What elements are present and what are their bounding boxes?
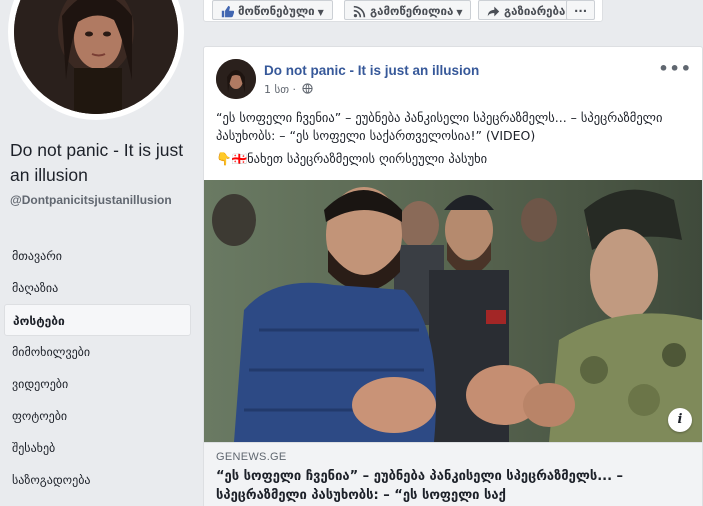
nav-item-shop[interactable]: მაღაზია — [4, 272, 191, 304]
caret-down-icon: ▼ — [317, 8, 324, 17]
page-action-bar: მოწონებული ▼ გამოწერილია ▼ გაზიარება ··· — [203, 0, 603, 22]
share-label: გაზიარება — [504, 4, 566, 18]
link-title[interactable]: “ეს სოფელი ჩვენია” – ეუბნება პანკისელი ს… — [216, 467, 694, 505]
globe-icon — [301, 83, 313, 94]
link-domain: GENEWS.GE — [216, 451, 287, 463]
post-message-line: 👇🇬🇪ნახეთ სპეცრაზმელის ღირსეული პასუხი — [216, 151, 488, 166]
nav-item-reviews[interactable]: მიმოხილვები — [4, 336, 191, 368]
post-message: “ეს სოფელი ჩვენია” – ეუბნება პანკისელი ს… — [216, 109, 694, 173]
liked-button[interactable]: მოწონებული ▼ — [212, 0, 333, 20]
feed-post: Do not panic - It is just an illusion 1 … — [203, 46, 703, 506]
caret-down-icon: ▼ — [456, 8, 463, 17]
page-sidebar: Do not panic - It is just an illusion @D… — [0, 0, 200, 506]
rss-icon — [353, 5, 366, 18]
nav-item-videos[interactable]: ვიდეოები — [4, 368, 191, 400]
page-username[interactable]: @Dontpanicitsjustanillusion — [10, 193, 188, 208]
page-navigation: მთავარი მაღაზია პოსტები მიმოხილვები ვიდე… — [4, 240, 191, 496]
scene-photo — [204, 180, 702, 442]
nav-item-community[interactable]: საზოგადოება — [4, 464, 191, 496]
nav-item-home[interactable]: მთავარი — [4, 240, 191, 272]
link-preview-card[interactable]: GENEWS.GE “ეს სოფელი ჩვენია” – ეუბნება პ… — [204, 442, 702, 506]
post-time: 1 სთ · — [264, 83, 297, 96]
link-preview-image[interactable]: i — [204, 180, 702, 442]
liked-label: მოწონებული — [238, 4, 315, 18]
page-title[interactable]: Do not panic - It is just an illusion — [10, 138, 195, 188]
info-icon[interactable]: i — [668, 408, 692, 432]
author-photo — [216, 59, 256, 99]
profile-photo — [14, 0, 178, 114]
following-button[interactable]: გამოწერილია ▼ — [344, 0, 472, 20]
profile-picture[interactable] — [14, 0, 178, 114]
nav-item-posts[interactable]: პოსტები — [4, 304, 191, 336]
post-options-button[interactable]: ••• — [658, 59, 692, 78]
share-arrow-icon — [487, 6, 500, 17]
following-label: გამოწერილია — [370, 4, 454, 18]
more-options-button[interactable]: ··· — [566, 0, 596, 20]
profile-picture-frame — [8, 0, 184, 120]
post-timestamp[interactable]: 1 სთ · — [264, 83, 313, 96]
post-author-avatar[interactable] — [216, 59, 256, 99]
share-button[interactable]: გაზიარება — [478, 0, 575, 20]
nav-item-photos[interactable]: ფოტოები — [4, 400, 191, 432]
post-author-name[interactable]: Do not panic - It is just an illusion — [264, 63, 479, 78]
post-message-line: “ეს სოფელი ჩვენია” – ეუბნება პანკისელი ს… — [216, 110, 663, 143]
thumbs-up-icon — [221, 5, 235, 18]
nav-item-about[interactable]: შესახებ — [4, 432, 191, 464]
